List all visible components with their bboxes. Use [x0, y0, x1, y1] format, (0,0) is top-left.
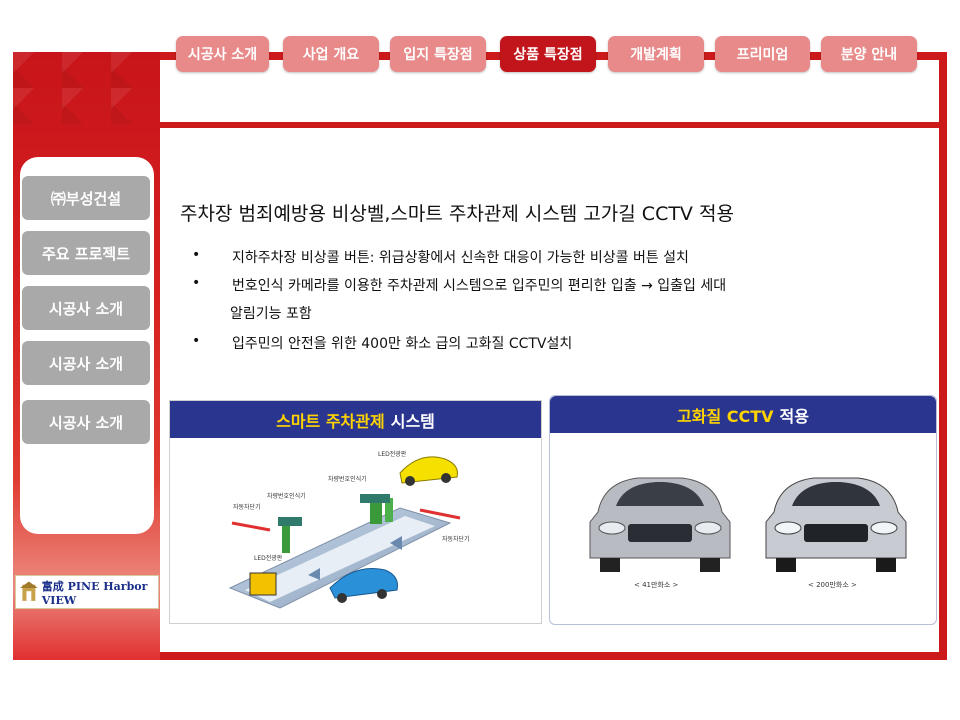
cctv-title: 고화질 CCTV 적용 [550, 396, 936, 433]
sidebar-item-company-intro-1[interactable]: 시공사 소개 [22, 286, 150, 330]
smart-parking-panel: 스마트 주차관제 시스템 LED전광판 차량번호인식기 차량번호인식기 자동차단… [169, 400, 542, 624]
sidebar-item-projects[interactable]: 주요 프로젝트 [22, 231, 150, 275]
smart-parking-title: 스마트 주차관제 시스템 [170, 401, 541, 438]
sidebar-item-company-intro-3[interactable]: 시공사 소개 [22, 400, 150, 444]
tab-company-intro[interactable]: 시공사 소개 [176, 36, 269, 72]
caption-high-res: < 200만화소 > [808, 581, 857, 589]
list-item-continuation: 알림기능 포함 [230, 306, 312, 322]
tab-development-plan[interactable]: 개발계획 [608, 36, 704, 72]
cctv-panel: 고화질 CCTV 적용 < 41만화소 > < 200만화소 > [549, 395, 937, 625]
tab-product-features[interactable]: 상품 특장점 [500, 36, 596, 72]
logo-text: 富成 PINE Harbor VIEW [41, 579, 148, 607]
tab-location-features[interactable]: 입지 특장점 [390, 36, 486, 72]
tab-project-overview[interactable]: 사업 개요 [283, 36, 379, 72]
car-low-res [589, 477, 731, 572]
bullet-icon: • [192, 275, 201, 291]
logo-emblem-icon [20, 581, 38, 601]
sidebar-item-company-intro-2[interactable]: 시공사 소개 [22, 341, 150, 385]
tab-sales-info[interactable]: 분양 안내 [821, 36, 917, 72]
diagram-label: 차량번호인식기 [328, 476, 367, 483]
brand-logo: 富成 PINE Harbor VIEW [15, 575, 159, 609]
decorative-tiles [13, 52, 160, 124]
diagram-label: 자동차단기 [233, 504, 261, 511]
caption-low-res: < 41만화소 > [634, 581, 679, 589]
bullet-icon: • [192, 247, 201, 263]
bullet-icon: • [192, 333, 201, 349]
diagram-label: LED전광판 [254, 555, 283, 562]
car-high-res [765, 477, 907, 572]
diagram-label: 자동차단기 [442, 536, 470, 543]
parking-system-illustration [228, 456, 461, 609]
tab-premium[interactable]: 프리미엄 [715, 36, 810, 72]
top-nav: 시공사 소개 사업 개요 입지 특장점 상품 특장점 개발계획 프리미엄 분양 … [163, 36, 923, 72]
sidebar-item-busung[interactable]: ㈜부성건설 [22, 176, 150, 220]
diagram-label: LED전광판 [378, 451, 407, 458]
cctv-comparison-image [589, 477, 907, 572]
diagram-label: 차량번호인식기 [267, 493, 306, 500]
page-title: 주차장 범죄예방용 비상벨,스마트 주차관제 시스템 고가길 CCTV 적용 [180, 203, 734, 225]
